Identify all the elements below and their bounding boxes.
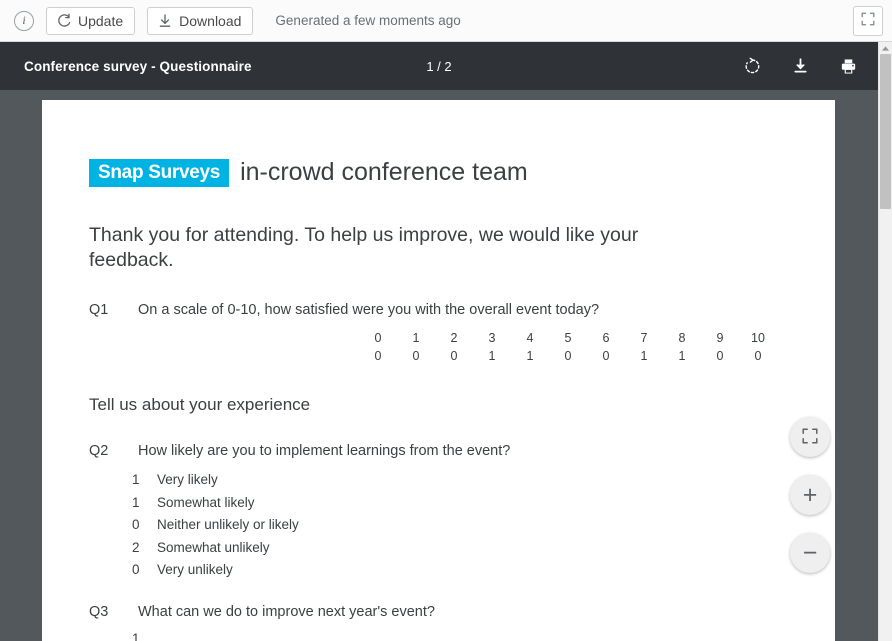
pdf-page-canvas: Snap Surveys in-crowd conference team Th… (42, 100, 835, 641)
list-item: 1 (132, 628, 157, 641)
update-button[interactable]: Update (46, 6, 136, 35)
option-label: Somewhat unlikely (157, 539, 270, 555)
fullscreen-button[interactable] (853, 6, 883, 36)
q1-scale-count: 0 (754, 349, 762, 363)
question-q3-text: What can we do to improve next year's ev… (138, 604, 435, 620)
q1-scale-count: 0 (412, 349, 420, 363)
snap-surveys-logo: Snap Surveys (89, 158, 230, 187)
q1-scale-label: 8 (678, 331, 686, 345)
download-button-label: Download (179, 12, 242, 29)
zoom-out-button[interactable]: − (790, 533, 830, 573)
option-count: 0 (132, 562, 140, 577)
q1-scale-count: 0 (450, 349, 458, 363)
document-intro-text: Thank you for attending. To help us impr… (89, 224, 639, 271)
fit-page-button[interactable] (790, 417, 830, 457)
q1-scale-labels-row: 0 1 2 3 4 5 6 7 8 9 10 (359, 329, 777, 347)
question-q2-options: 1 Very likely 1 Somewhat likely 0 Neithe… (132, 469, 299, 582)
question-q1-number: Q1 (89, 302, 109, 318)
q1-scale-count: 0 (564, 349, 572, 363)
q1-scale-label: 10 (751, 331, 765, 345)
q1-scale-label: 6 (602, 331, 610, 345)
update-button-label: Update (78, 12, 124, 29)
option-label: Neither unlikely or likely (157, 517, 299, 532)
document-header: Snap Surveys in-crowd conference team (89, 158, 528, 187)
generated-status-text: Generated a few moments ago (275, 13, 461, 28)
rotate-icon[interactable] (742, 56, 762, 76)
q1-scale-count: 1 (640, 349, 648, 363)
q1-scale-count: 0 (716, 349, 724, 363)
fit-page-icon (801, 425, 819, 450)
option-count: 2 (132, 539, 140, 555)
q1-scale-count: 1 (488, 349, 496, 363)
list-item: 0 Very unlikely (132, 559, 299, 582)
q1-scale-count: 1 (678, 349, 686, 363)
q1-scale-label: 2 (450, 331, 458, 345)
q1-scale-label: 4 (526, 331, 534, 345)
option-label: Very likely (157, 472, 218, 487)
q1-scale-label: 0 (374, 331, 382, 345)
q1-scale-label: 5 (564, 331, 572, 345)
scrollbar-thumb[interactable] (880, 54, 891, 209)
option-label: Very unlikely (157, 562, 233, 577)
download-icon[interactable] (790, 56, 810, 76)
q1-scale-count: 1 (526, 349, 534, 363)
option-count: 1 (132, 472, 140, 487)
download-button[interactable]: Download (147, 6, 254, 35)
question-q2-text: How likely are you to implement learning… (138, 443, 511, 459)
list-item: 1 Very likely (132, 469, 299, 492)
q1-scale-table: 0 1 2 3 4 5 6 7 8 9 10 0 0 0 1 1 0 0 1 1… (359, 329, 777, 365)
question-q1-scale: 0 1 2 3 4 5 6 7 8 9 10 0 0 0 1 1 0 0 1 1… (359, 329, 777, 365)
response-count: 1 (132, 631, 140, 641)
q1-scale-label: 9 (716, 331, 724, 345)
option-count: 0 (132, 517, 140, 532)
q1-scale-count: 0 (374, 349, 382, 363)
scroll-up-arrow-icon[interactable] (879, 42, 892, 54)
q1-scale-label: 7 (640, 331, 648, 345)
question-q3-responses: 1 (132, 628, 157, 641)
section-title: Tell us about your experience (89, 395, 311, 414)
question-q1: Q1 On a scale of 0-10, how satisfied were… (89, 302, 599, 318)
q1-scale-label: 1 (412, 331, 420, 345)
info-icon[interactable]: i (14, 10, 34, 31)
question-q3: Q3 What can we do to improve next year's … (89, 604, 435, 620)
q1-scale-counts-row: 0 0 0 1 1 0 0 1 1 0 0 (359, 347, 777, 365)
option-count: 1 (132, 494, 140, 510)
list-item: 1 Somewhat likely (132, 492, 299, 515)
print-icon[interactable] (838, 56, 858, 76)
plus-icon: + (802, 480, 818, 509)
option-label: Somewhat likely (157, 494, 255, 510)
fullscreen-icon (860, 11, 876, 32)
list-item: 2 Somewhat unlikely (132, 537, 299, 560)
vertical-scrollbar[interactable] (878, 42, 892, 641)
zoom-controls: + − (790, 417, 830, 573)
pdf-header-bar: Conference survey - Questionnaire 1 / 2 (0, 42, 878, 90)
question-q2-number: Q2 (89, 443, 109, 459)
app-toolbar: i Update Download Generated a few moment… (0, 0, 892, 42)
minus-icon: − (802, 538, 818, 567)
question-q2: Q2 How likely are you to implement learni… (89, 443, 510, 459)
list-item: 0 Neither unlikely or likely (132, 514, 299, 537)
pdf-document-title: Conference survey - Questionnaire (24, 58, 252, 74)
question-q1-text: On a scale of 0-10, how satisfied were y… (138, 302, 600, 318)
pdf-action-group (742, 42, 858, 90)
q1-scale-count: 0 (602, 349, 610, 363)
download-icon (157, 13, 173, 29)
q1-scale-label: 3 (488, 331, 496, 345)
question-q3-number: Q3 (89, 604, 109, 620)
organisation-name: in-crowd conference team (240, 158, 528, 186)
pdf-viewer: Conference survey - Questionnaire 1 / 2 (0, 42, 878, 641)
zoom-in-button[interactable]: + (790, 475, 830, 515)
refresh-icon (56, 13, 72, 29)
